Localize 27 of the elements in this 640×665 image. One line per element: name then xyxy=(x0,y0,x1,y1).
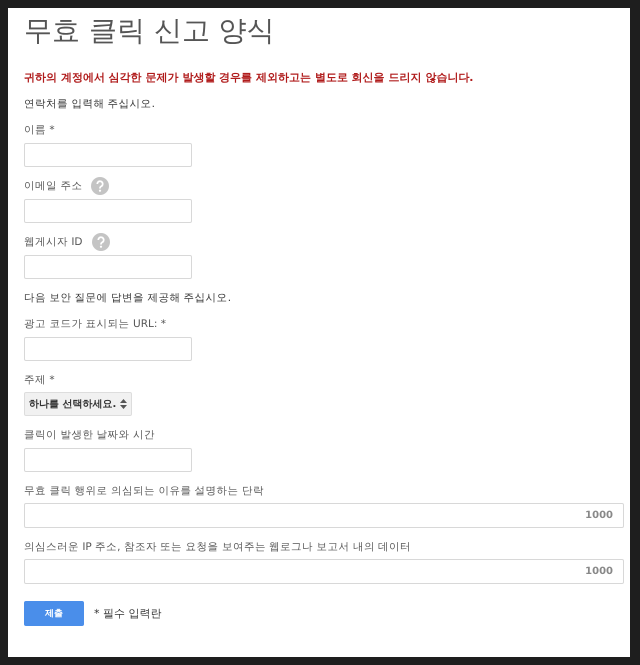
input-field[interactable] xyxy=(24,337,192,361)
field-label: 무효 클릭 행위로 의심되는 이유를 설명하는 단락 xyxy=(24,484,264,498)
field-label: 웹게시자 ID xyxy=(24,234,83,248)
field-label: 이메일 주소 xyxy=(24,178,82,192)
input-field[interactable] xyxy=(24,255,192,279)
help-icon[interactable] xyxy=(91,176,110,194)
field-label: 클릭이 발생한 날짜와 시간 xyxy=(24,428,156,442)
input-field[interactable] xyxy=(24,143,192,167)
warning-message: 귀하의 계정에서 심각한 문제가 발생할 경우를 제외하고는 별도로 회신을 드리지 않습니다. xyxy=(24,70,474,85)
section-intro: 다음 보안 질문에 답변을 제공해 주십시오. xyxy=(24,291,232,305)
field-label: 광고 코드가 표시되는 URL: * xyxy=(24,316,166,330)
submit-button[interactable]: 제출 xyxy=(24,601,84,626)
input-field[interactable] xyxy=(24,448,192,472)
required-note: * 필수 입력란 xyxy=(94,606,162,621)
field-label: 의심스러운 IP 주소, 참조자 또는 요청을 보여주는 웹로그나 보고서 내의 데이터 xyxy=(24,540,412,554)
sort-arrows-icon xyxy=(120,399,128,409)
page-title: 무효 클릭 신고 양식 xyxy=(24,13,276,49)
input-field[interactable] xyxy=(24,199,192,223)
subject-dropdown[interactable]: 하나를 선택하세요. xyxy=(24,392,132,416)
text-area[interactable]: 1000 xyxy=(24,559,624,584)
section-intro: 연락처를 입력해 주십시오. xyxy=(24,97,156,111)
character-counter: 1000 xyxy=(585,510,613,521)
character-counter: 1000 xyxy=(585,566,613,577)
field-label: 이름 * xyxy=(24,122,55,136)
text-area[interactable]: 1000 xyxy=(24,503,624,528)
field-label: 주제 * xyxy=(24,372,55,386)
help-icon[interactable] xyxy=(92,232,110,250)
